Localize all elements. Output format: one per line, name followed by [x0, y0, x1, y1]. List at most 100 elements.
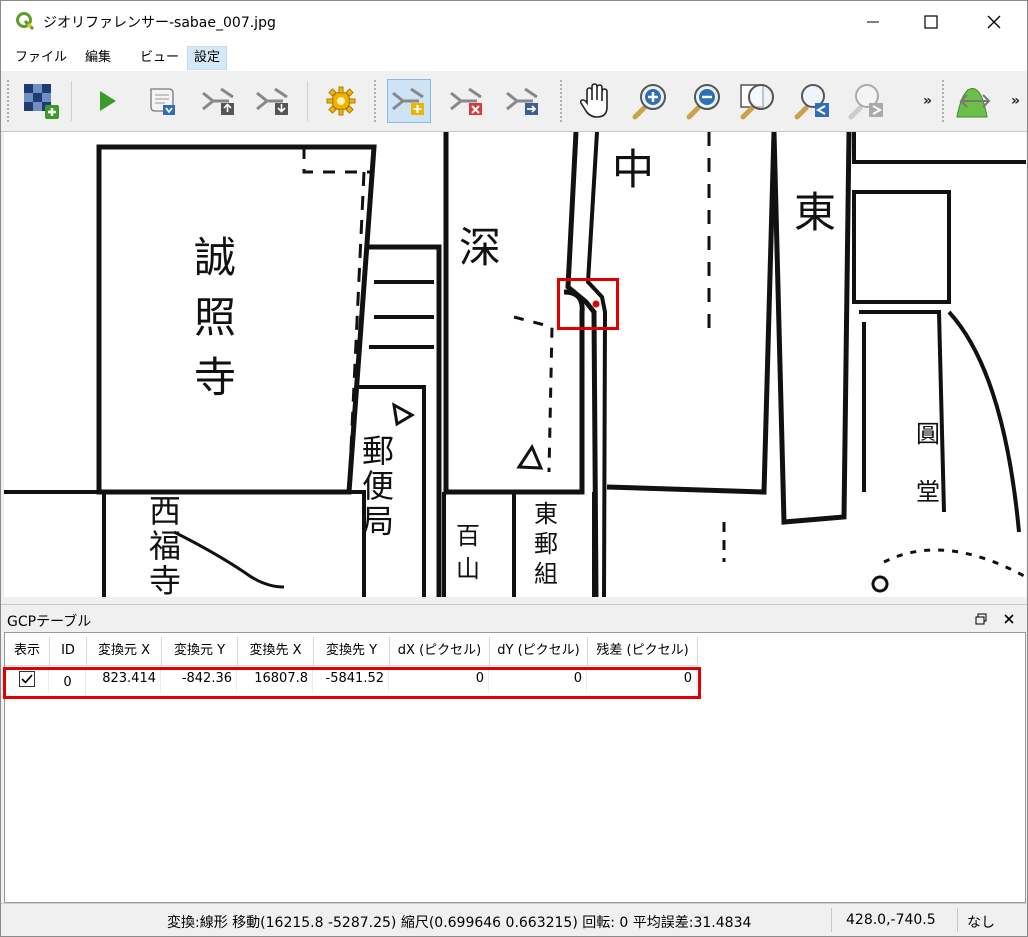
status-separator	[957, 908, 958, 932]
zoom-last-icon	[794, 84, 829, 120]
zoom-out-icon	[686, 84, 720, 120]
zoom-last-button[interactable]	[789, 79, 833, 123]
crs-status[interactable]: なし	[967, 912, 995, 932]
panel-close-button[interactable]	[999, 609, 1019, 629]
column-header-id[interactable]: ID	[50, 637, 87, 666]
map-label: 西	[149, 492, 181, 530]
gcp-point-marker[interactable]	[592, 300, 600, 308]
menu-edit[interactable]: 編集	[79, 47, 117, 69]
checkbox-checked-icon	[18, 671, 35, 687]
row-dst-x[interactable]: 16807.8	[238, 666, 313, 692]
coordinate-readout: 428.0,-740.5	[846, 912, 936, 928]
zoom-to-layer-button[interactable]	[735, 79, 779, 123]
map-label: 東	[534, 500, 558, 528]
toolbar-grip[interactable]	[559, 79, 563, 123]
move-gcp-point-icon	[506, 87, 538, 115]
link-georeferencer-to-qgis-icon	[956, 88, 991, 118]
link-qgis-button[interactable]	[953, 79, 997, 123]
save-gcp-points-icon	[256, 87, 288, 115]
menu-view[interactable]: ビュー	[134, 47, 185, 69]
close-button[interactable]	[965, 1, 1023, 43]
map-label: 中	[612, 145, 654, 194]
status-bar: 変換:線形 移動(16215.8 -5287.25) 縮尺(0.699646 0…	[1, 903, 1027, 936]
delete-point-icon	[450, 87, 482, 115]
delete-point-button[interactable]	[445, 79, 489, 123]
menu-file[interactable]: ファイル	[9, 47, 73, 69]
transformation-settings-button[interactable]	[319, 79, 363, 123]
minimize-button[interactable]	[844, 1, 902, 43]
map-label: 誠	[194, 233, 236, 282]
column-header-visible[interactable]: 表示	[5, 637, 50, 666]
row-dy[interactable]: 0	[490, 666, 587, 692]
map-canvas[interactable]: 中 東 深 誠 照 寺 郵 便 局 西 福 寺 百 山 東 郵 組 圓 堂	[4, 132, 1026, 597]
map-label: 照	[194, 293, 236, 342]
move-gcp-point-button[interactable]	[501, 79, 545, 123]
scanned-map-image: 中 東 深 誠 照 寺 郵 便 局 西 福 寺 百 山 東 郵 組 圓 堂	[4, 132, 1026, 597]
column-header-src-y[interactable]: 変換元 Y	[162, 637, 238, 666]
start-georeferencing-icon	[100, 91, 116, 111]
toolbar-grip[interactable]	[373, 79, 377, 123]
generate-gdal-script-button[interactable]	[139, 79, 183, 123]
map-label: 百	[456, 522, 480, 550]
pan-button[interactable]	[573, 79, 617, 123]
row-src-y[interactable]: -842.36	[162, 666, 237, 692]
map-label: 郵	[534, 530, 558, 558]
column-header-dst-x[interactable]: 変換先 X	[238, 637, 314, 666]
map-label: 便	[362, 467, 394, 505]
panel-float-button[interactable]	[971, 609, 991, 629]
save-gcp-points-button[interactable]	[251, 79, 295, 123]
toolbar: » »	[1, 71, 1027, 132]
minimize-icon	[867, 21, 879, 23]
column-header-src-x[interactable]: 変換元 X	[87, 637, 162, 666]
close-icon	[1004, 614, 1014, 624]
map-label: 堂	[916, 478, 940, 506]
map-label: 福	[149, 527, 181, 565]
load-gcp-points-button[interactable]	[197, 79, 241, 123]
row-visible-checkbox[interactable]	[5, 666, 49, 692]
row-residual[interactable]: 0	[588, 666, 697, 692]
transform-status: 変換:線形 移動(16215.8 -5287.25) 縮尺(0.699646 0…	[167, 915, 752, 931]
map-label: 組	[534, 560, 558, 588]
qgis-logo-icon	[16, 12, 34, 30]
map-label: 深	[459, 223, 501, 272]
zoom-next-icon	[848, 84, 883, 120]
menu-settings[interactable]: 設定	[187, 46, 228, 70]
map-label: 圓	[916, 420, 940, 448]
window-title: ジオリファレンサー-sabae_007.jpg	[43, 15, 276, 31]
column-header-dst-y[interactable]: 変換先 Y	[314, 637, 390, 666]
map-label: 寺	[149, 562, 181, 597]
title-bar: ジオリファレンサー-sabae_007.jpg	[1, 1, 1027, 43]
column-header-residual[interactable]: 残差 (ピクセル)	[588, 637, 698, 666]
column-header-dy[interactable]: dY (ピクセル)	[490, 637, 588, 666]
zoom-out-button[interactable]	[681, 79, 725, 123]
row-src-x[interactable]: 823.414	[87, 666, 161, 692]
map-label: 寺	[194, 353, 236, 402]
open-raster-button[interactable]	[19, 79, 63, 123]
gcp-panel-title: GCPテーブル	[7, 614, 92, 630]
zoom-in-button[interactable]	[627, 79, 671, 123]
map-label: 東	[794, 188, 836, 237]
open-raster-icon	[24, 84, 59, 119]
generate-gdal-script-icon	[150, 88, 175, 115]
toolbar-separator	[71, 81, 72, 121]
gear-icon	[326, 86, 356, 116]
pan-icon	[579, 83, 608, 118]
zoom-in-icon	[632, 84, 666, 120]
row-dst-y[interactable]: -5841.52	[314, 666, 389, 692]
gcp-panel-header: GCPテーブル	[1, 604, 1027, 633]
toolbar-grip[interactable]	[941, 79, 945, 123]
add-point-button[interactable]	[387, 79, 431, 123]
maximize-button[interactable]	[902, 1, 960, 43]
start-georeferencing-button[interactable]	[85, 79, 129, 123]
map-label: 郵	[362, 432, 394, 470]
toolbar-grip[interactable]	[6, 79, 10, 123]
row-id[interactable]: 0	[50, 670, 86, 696]
zoom-next-button[interactable]	[843, 79, 887, 123]
georeferencer-window: ジオリファレンサー-sabae_007.jpg ファイル 編集 ビュー 設定 »…	[0, 0, 1028, 937]
add-point-icon	[392, 87, 424, 115]
gcp-table[interactable]: 表示 ID 変換元 X 変換元 Y 変換先 X 変換先 Y dX (ピクセル) …	[3, 632, 1026, 903]
toolbar-overflow-button-2[interactable]: »	[1011, 93, 1020, 109]
toolbar-overflow-button[interactable]: »	[923, 93, 932, 109]
row-dx[interactable]: 0	[390, 666, 489, 692]
column-header-dx[interactable]: dX (ピクセル)	[390, 637, 490, 666]
